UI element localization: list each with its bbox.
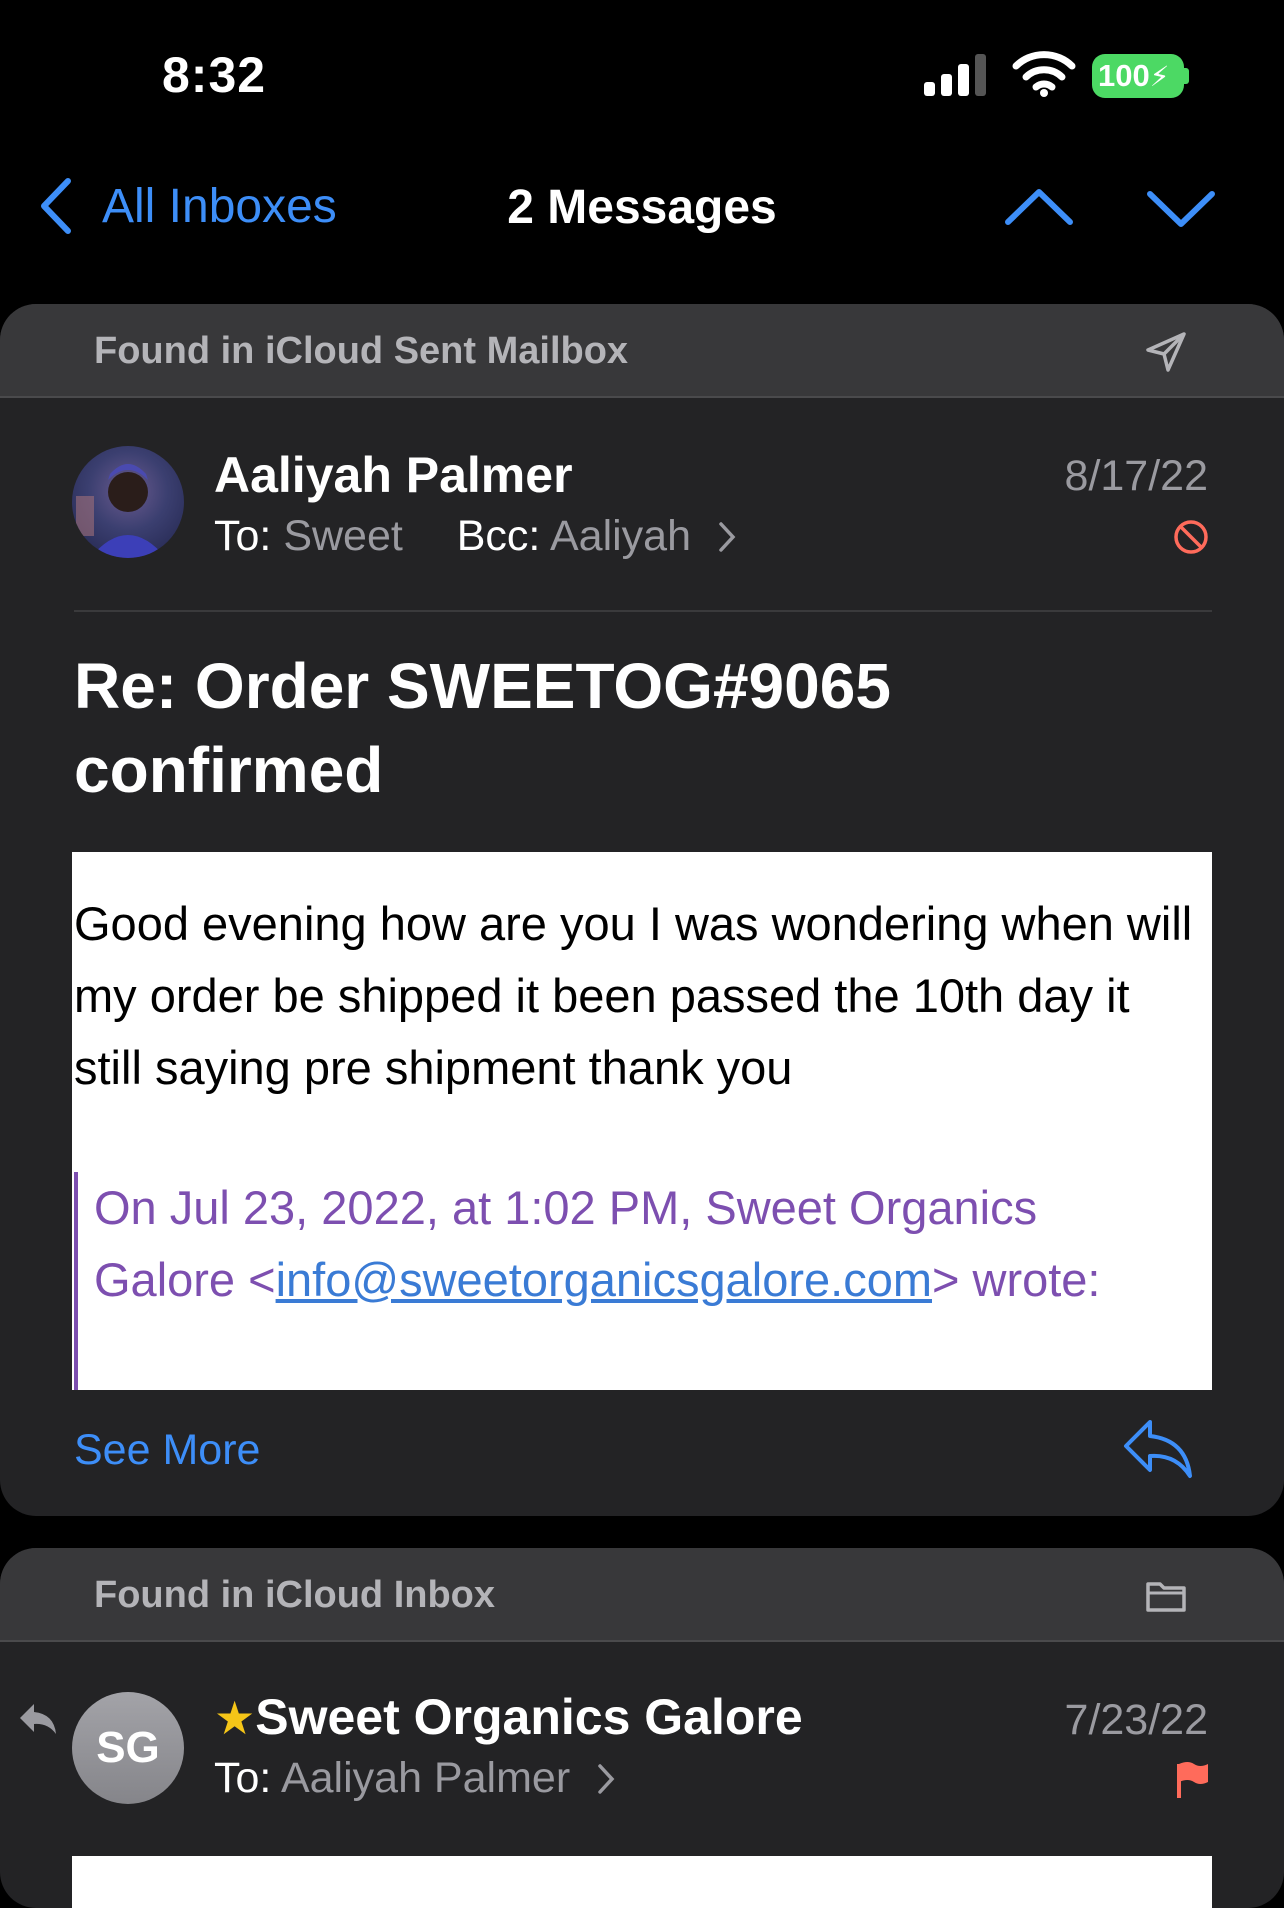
replied-indicator-icon: [20, 1704, 56, 1734]
message-card[interactable]: Found in iCloud Sent Mailbox Aaliyah Pal…: [0, 304, 1284, 1516]
wifi-icon: [1012, 51, 1076, 97]
recipients-row[interactable]: To: Aaliyah Palmer: [214, 1754, 616, 1803]
chevron-right-icon: [598, 1764, 615, 1794]
sender-name-row: ★Sweet Organics Galore: [214, 1688, 803, 1746]
sender-name: Aaliyah Palmer: [214, 447, 573, 503]
email-link[interactable]: info@sweetorganicsgalore.com: [276, 1253, 932, 1306]
body-text: Good evening how are you I was wondering…: [74, 897, 1193, 1094]
avatar[interactable]: [72, 446, 184, 558]
see-more-link[interactable]: See More: [74, 1426, 260, 1475]
paper-plane-icon: [1146, 332, 1186, 372]
mailbox-header: Found in iCloud Sent Mailbox: [0, 304, 1284, 398]
to-value: Aaliyah Palmer: [280, 1754, 571, 1802]
flag-icon: [1177, 1762, 1208, 1798]
cellular-signal-icon: [924, 54, 986, 96]
to-label: To:: [214, 1754, 272, 1802]
charging-bolt-icon: ⚡: [1149, 61, 1170, 92]
status-time: 8:32: [162, 47, 267, 103]
bcc-label: Bcc:: [456, 512, 541, 560]
chevron-right-icon: [719, 522, 736, 552]
sender-name: Sweet Organics Galore: [255, 1689, 803, 1745]
chevron-left-icon: [41, 178, 71, 234]
message-date: 7/23/22: [1064, 1696, 1208, 1744]
battery-tip: [1184, 68, 1189, 84]
found-in-label: Found in iCloud Inbox: [94, 1574, 496, 1616]
message-date: 8/17/22: [1064, 452, 1208, 500]
avatar-photo: [76, 464, 166, 558]
mailbox-header: Found in iCloud Inbox: [0, 1548, 1284, 1642]
back-button-label: All Inboxes: [102, 179, 337, 233]
header-divider: [74, 610, 1212, 612]
reply-icon[interactable]: [1120, 1416, 1196, 1482]
battery-level: 100: [1098, 58, 1150, 93]
battery-indicator: 100⚡: [1092, 54, 1184, 98]
found-in-label: Found in iCloud Sent Mailbox: [94, 330, 629, 372]
message-body-preview: [72, 1856, 1212, 1908]
next-message-button[interactable]: [1146, 178, 1216, 238]
star-icon: ★: [214, 1692, 256, 1744]
bcc-value: Aaliyah: [549, 512, 691, 560]
previous-message-button[interactable]: [1004, 178, 1074, 238]
message-subject: Re: Order SWEETOG#9065 confirmed: [74, 650, 891, 806]
to-label: To:: [214, 512, 272, 560]
quoted-reply: On Jul 23, 2022, at 1:02 PM, Sweet Organ…: [74, 1172, 1184, 1390]
message-card[interactable]: Found in iCloud Inbox SG ★Sweet Organics…: [0, 1548, 1284, 1908]
nav-title-text: 2 Messages: [507, 181, 777, 234]
message-body: Good evening how are you I was wondering…: [72, 852, 1212, 1390]
blocked-icon: [1174, 520, 1208, 554]
quote-suffix: > wrote:: [932, 1253, 1101, 1306]
avatar[interactable]: SG: [72, 1692, 184, 1804]
to-value: Sweet: [283, 512, 403, 560]
folder-icon: [1146, 1582, 1186, 1612]
recipients-row[interactable]: To: Sweet Bcc: Aaliyah: [214, 512, 737, 561]
back-button[interactable]: All Inboxes: [36, 176, 337, 236]
avatar-initials: SG: [96, 1723, 160, 1772]
